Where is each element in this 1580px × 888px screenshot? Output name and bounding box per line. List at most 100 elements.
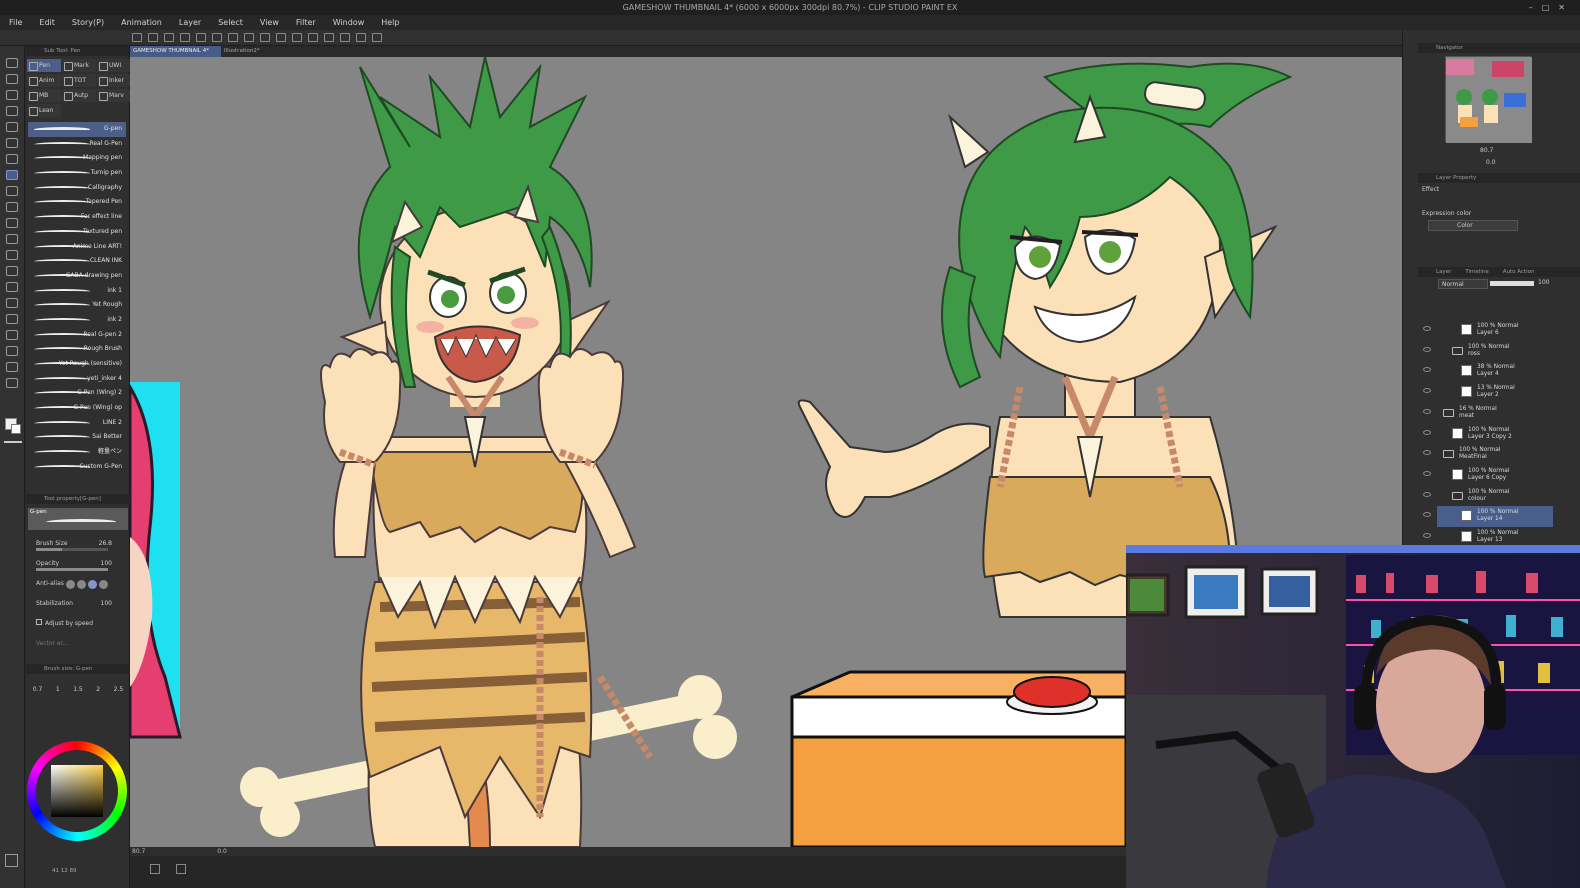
share-icon[interactable] [372,33,382,42]
brush-item[interactable]: Yet Rough [28,298,126,313]
brush-tool-icon[interactable] [6,186,18,196]
blend-tool-icon[interactable] [6,250,18,260]
menu-select[interactable]: Select [209,18,251,27]
layer-row[interactable]: 16 % Normal meat [1423,403,1553,424]
brush-size-row[interactable]: Brush Size 26.8 [26,534,130,554]
layer-row[interactable]: 100 % Normal Layer 6 Copy [1423,465,1553,486]
opacity-row[interactable]: Opacity 100 [26,554,130,574]
brush-item[interactable]: CLEAN INK [28,254,126,269]
sub-tool-group-pen[interactable]: Pen [27,59,61,72]
brush-item[interactable]: Calligraphy [28,181,126,196]
menu-filter[interactable]: Filter [287,18,324,27]
magic-wand-tool-icon[interactable] [6,138,18,148]
brush-item[interactable]: Tapered Pen [28,195,126,210]
tab-auto-action[interactable]: Auto Action [1503,267,1535,277]
sub-color-swatch[interactable] [11,424,21,434]
menu-icon[interactable] [132,33,142,42]
opacity-value[interactable]: 100 [101,554,112,574]
layer-row[interactable]: 100 % Normal colour [1423,486,1553,507]
adjust-by-speed-checkbox[interactable] [36,619,42,625]
zoom-tool-icon[interactable] [6,58,18,68]
sub-tool-group-autp[interactable]: Autp [62,89,96,102]
redo-icon[interactable] [228,33,238,42]
print-icon[interactable] [196,33,206,42]
layer-row[interactable]: 100 % Normal Layer 14 [1423,506,1553,527]
eye-icon[interactable] [1423,408,1431,414]
menu-window[interactable]: Window [324,18,373,27]
brush-item[interactable]: Turnip pen [28,166,126,181]
undo-icon[interactable] [212,33,222,42]
fill-icon[interactable] [260,33,270,42]
layer-row[interactable]: 100 % Normal Layer 6 [1423,320,1553,341]
layer-row[interactable]: 13 % Normal Layer 2 [1423,382,1553,403]
eye-icon[interactable] [1423,429,1431,435]
brush-item[interactable]: yeti_inker 4 [28,372,126,387]
tab-timeline[interactable]: Timeline [1465,267,1488,277]
hand-tool-icon[interactable] [6,74,18,84]
layer-row[interactable]: 100 % Normal MeatFinal [1423,444,1553,465]
menu-help[interactable]: Help [372,18,407,27]
brush-item[interactable]: Anime Line ART! [28,240,126,255]
phone-icon[interactable] [356,33,366,42]
brush-item[interactable]: G Pen (Wing) 2 [28,386,126,401]
antialias-medium-icon[interactable] [88,580,97,589]
eraser-tool-icon[interactable] [6,234,18,244]
brush-item[interactable]: ink 2 [28,313,126,328]
angle-readout[interactable]: 0.0 [217,848,227,855]
settings-icon[interactable] [244,33,254,42]
stabilization-row[interactable]: Stabilization 100 [26,594,130,614]
brush-item[interactable]: For effect line [28,210,126,225]
brush-item[interactable]: Rough Brush [28,342,126,357]
brush-item[interactable]: Yet Rough (sensitive) [28,357,126,372]
maximize-icon[interactable]: □ [1542,3,1559,12]
close-icon[interactable]: ✕ [1558,3,1574,12]
lasso-tool-icon[interactable] [6,122,18,132]
antialias-weak-icon[interactable] [77,580,86,589]
brush-size-value[interactable]: 26.8 [99,534,112,554]
menu-story[interactable]: Story(P) [63,18,112,27]
zoom-readout[interactable]: 80.7 [132,848,145,855]
layer-row[interactable]: 100 % Normal Layer 3 Copy 2 [1423,424,1553,445]
correct-line-tool-icon[interactable] [6,378,18,388]
brush-item[interactable]: G-pen [28,122,126,137]
new-file-icon[interactable] [148,33,158,42]
brush-item[interactable]: GABA drawing pen [28,269,126,284]
layer-opacity-value[interactable]: 100 [1538,279,1549,286]
pen-tool-icon[interactable] [6,170,18,180]
airbrush-tool-icon[interactable] [6,202,18,212]
brush-item[interactable]: Real G-pen 2 [28,328,126,343]
eye-icon[interactable] [1423,491,1431,497]
open-file-icon[interactable] [164,33,174,42]
layout-icon[interactable] [150,864,160,874]
ruler-icon[interactable] [324,33,334,42]
eye-icon[interactable] [1423,470,1431,476]
menu-file[interactable]: File [0,18,30,27]
tab-illustration2[interactable]: Illustration2* [221,46,272,57]
frame-tool-icon[interactable] [6,314,18,324]
brush-item[interactable]: 軽量ペン [28,445,126,460]
stabilization-value[interactable]: 100 [101,594,112,614]
layer-opacity-slider[interactable] [1490,281,1534,286]
decoration-tool-icon[interactable] [6,218,18,228]
eye-icon[interactable] [1423,533,1431,538]
layer-row[interactable]: 100 % Normal ross [1423,341,1553,362]
adjust-by-speed-row[interactable]: Adjust by speed [26,614,130,634]
eyedropper-tool-icon[interactable] [6,90,18,100]
antialias-none-icon[interactable] [66,580,75,589]
gradient-tool-icon[interactable] [6,282,18,292]
brush-size-preset[interactable]: 2 [96,686,100,693]
sub-tool-group-tot[interactable]: TOT [62,74,96,87]
sub-tool-group-uwi[interactable]: UWI [97,59,131,72]
menu-view[interactable]: View [251,18,287,27]
navigator-zoom[interactable]: 80.7 [1480,147,1493,154]
sub-tool-group-mb[interactable]: MB [27,89,61,102]
navigator-angle[interactable]: 0.0 [1486,159,1496,166]
sub-tool-group-marv[interactable]: Marv [97,89,131,102]
navigator-thumbnail[interactable] [1445,56,1532,143]
color-saturation-square[interactable] [51,765,103,817]
brush-size-preset[interactable]: 0.7 [33,686,43,693]
antialias-strong-icon[interactable] [99,580,108,589]
brush-item[interactable]: Real G-Pen [28,137,126,152]
brush-size-preset[interactable]: 1.5 [73,686,83,693]
fill-tool-icon[interactable] [6,266,18,276]
